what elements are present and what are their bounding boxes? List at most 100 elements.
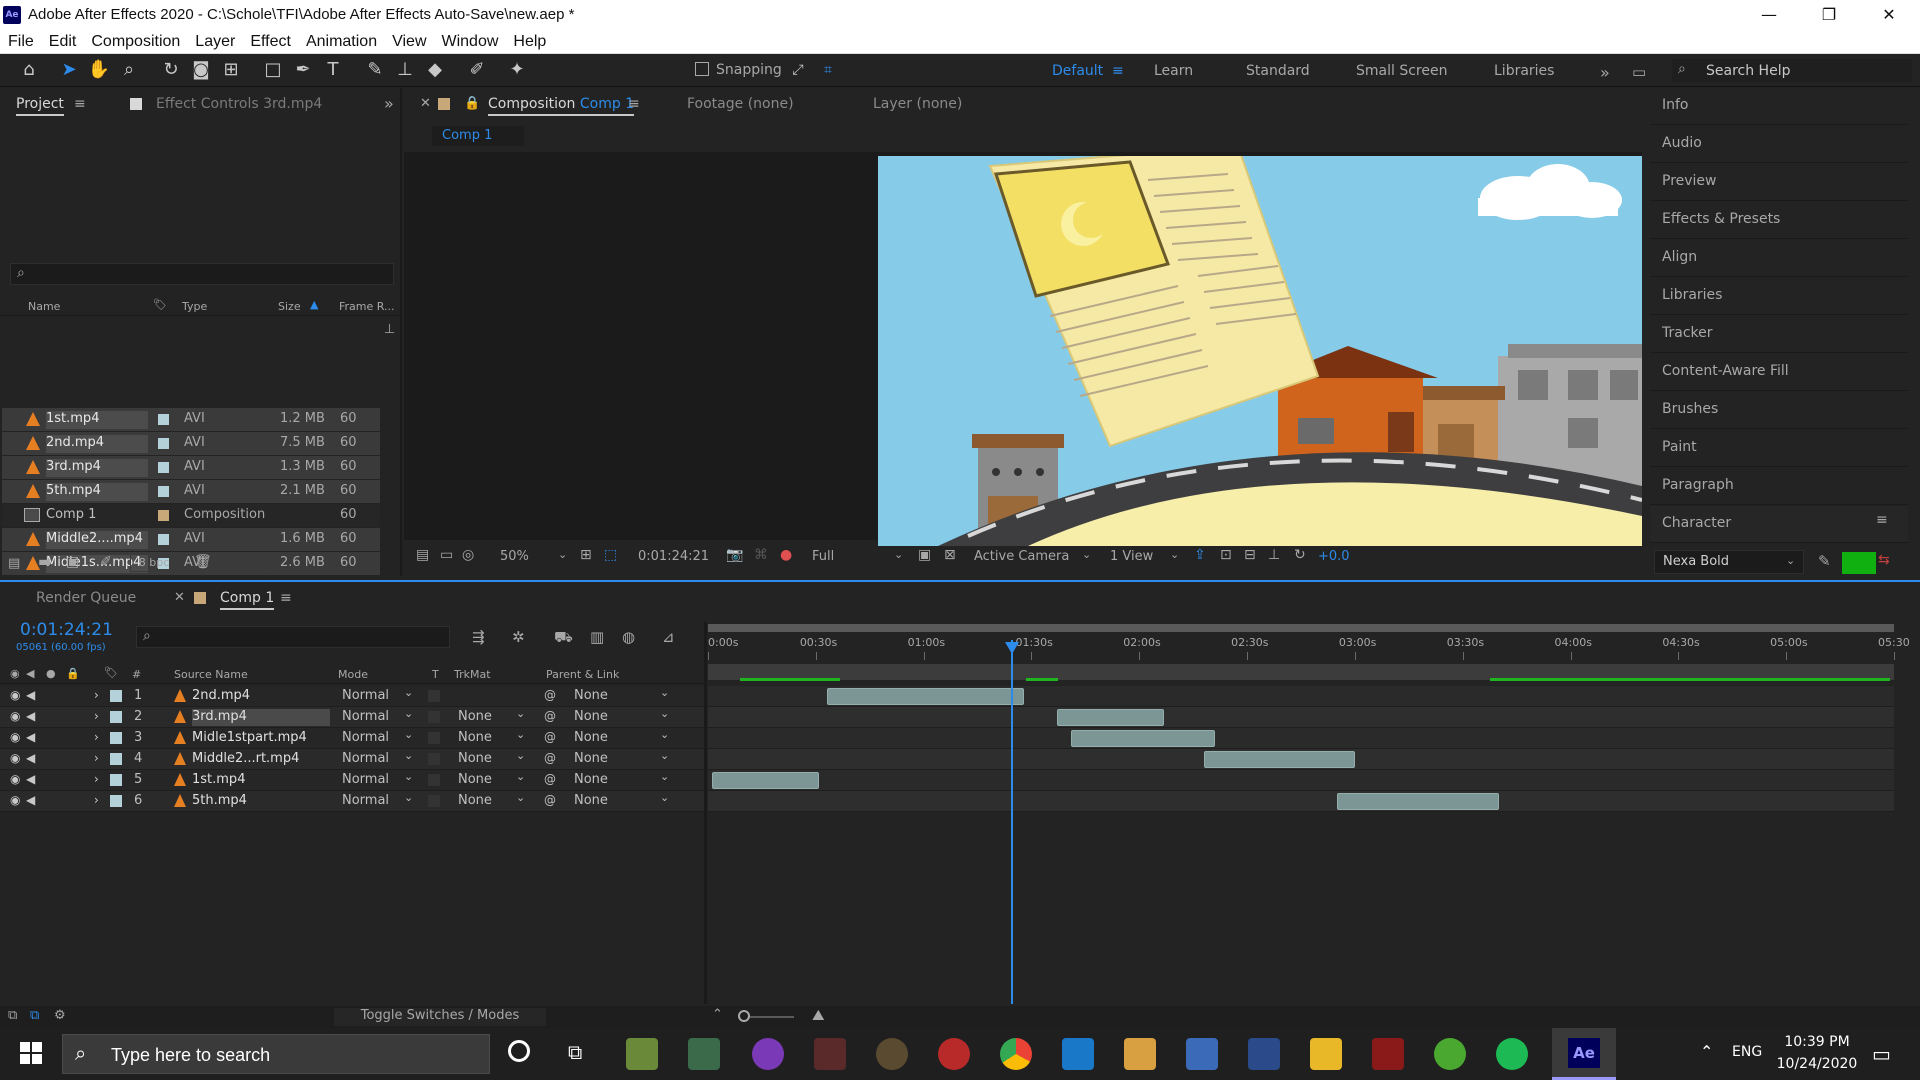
col-size[interactable]: Size — [278, 300, 301, 313]
video-switch-icon[interactable]: ◉ — [10, 667, 20, 680]
comp-breadcrumb[interactable]: Comp 1 — [432, 126, 524, 146]
show-snapshot-icon[interactable]: ⌘ — [754, 547, 768, 563]
layer-source-name[interactable]: 1st.mp4 — [192, 772, 330, 789]
audio-switch-icon[interactable]: ◀ — [26, 667, 34, 680]
col-mode[interactable]: Mode — [338, 668, 368, 681]
col-trkmat[interactable]: TrkMat — [454, 668, 491, 681]
expand-chevron-icon[interactable]: › — [94, 793, 99, 807]
parent-pickwhip-icon[interactable]: @ — [544, 730, 556, 744]
timeline-view-icon[interactable]: ⊥ — [1268, 547, 1280, 563]
parent-pickwhip-icon[interactable]: @ — [544, 793, 556, 807]
tab-render-queue[interactable]: Render Queue — [36, 590, 136, 606]
layer-duration-bar[interactable] — [1203, 751, 1355, 768]
input-language[interactable]: ENG — [1732, 1044, 1762, 1060]
close-tab-icon[interactable]: ✕ — [174, 590, 185, 605]
spotify-icon[interactable] — [1496, 1038, 1528, 1070]
menu-edit[interactable]: Edit — [49, 33, 77, 51]
parent-pickwhip-icon[interactable]: @ — [544, 772, 556, 786]
timeline-layer-row[interactable]: ◉ ◀ › 6 5th.mp4 Normal ⌄ None ⌄ @ None ⌄ — [0, 791, 704, 812]
counter-strike-icon[interactable] — [1124, 1038, 1156, 1070]
project-item-row[interactable]: Midle1s....mp4 AVI 2.6 MB 60 — [2, 552, 380, 575]
bit-depth-button[interactable]: 8 bpc — [130, 554, 178, 572]
rotate-tool-icon[interactable]: ↻ — [158, 58, 184, 82]
hand-tool-icon[interactable]: ✋ — [86, 58, 112, 82]
tab-layer[interactable]: Layer (none) — [873, 96, 962, 112]
roto-brush-tool-icon[interactable]: ✐ — [464, 58, 490, 82]
solo-switch-icon[interactable]: ● — [46, 667, 56, 680]
panel-brushes[interactable]: Brushes — [1650, 392, 1908, 429]
col-name[interactable]: Name — [28, 300, 60, 313]
eye-icon[interactable]: ◉ — [10, 772, 20, 786]
label-color-swatch[interactable] — [158, 414, 169, 425]
monitor-icon[interactable]: ▭ — [440, 547, 453, 563]
camera-dropdown[interactable]: Active Camera — [974, 549, 1069, 564]
flowchart-icon[interactable]: ⊥ — [384, 322, 395, 337]
fit-icon[interactable]: ⊞ — [580, 547, 592, 563]
col-parent[interactable]: Parent & Link — [546, 668, 619, 681]
layer-label-swatch[interactable] — [110, 774, 122, 786]
label-color-swatch[interactable] — [158, 534, 169, 545]
panel-preview[interactable]: Preview — [1650, 164, 1908, 201]
layer-mode-dropdown[interactable]: Normal — [342, 730, 389, 745]
panel-effects-presets[interactable]: Effects & Presets — [1650, 202, 1908, 239]
tab-menu-icon[interactable]: ≡ — [628, 96, 640, 112]
eye-icon[interactable]: ◉ — [10, 793, 20, 807]
close-tab-icon[interactable]: ✕ — [420, 96, 431, 111]
type-tool-icon[interactable]: T — [320, 58, 346, 82]
search-help-box[interactable]: ⌕ Search Help — [1672, 59, 1912, 82]
menu-animation[interactable]: Animation — [306, 33, 377, 51]
viewer-timecode[interactable]: 0:01:24:21 — [638, 549, 709, 564]
layer-switches-icon[interactable]: ⧉ — [8, 1008, 17, 1023]
clock-time[interactable]: 10:39 PM — [1782, 1034, 1852, 1050]
motion-blur-icon[interactable]: ◍ — [622, 628, 635, 646]
toggle-pixel-aspect-icon[interactable]: ⇪ — [1194, 547, 1206, 563]
workspace-menu-icon[interactable]: ≡ — [1112, 63, 1124, 79]
flowchart-view-icon[interactable]: ⊟ — [1244, 547, 1256, 563]
project-item-row[interactable]: 2nd.mp4 AVI 7.5 MB 60 — [2, 432, 380, 455]
utorrent-icon[interactable] — [1434, 1038, 1466, 1070]
expand-chevron-icon[interactable]: › — [94, 751, 99, 765]
restore-button[interactable]: ❐ — [1800, 0, 1858, 30]
preserve-transparency-checkbox[interactable] — [428, 774, 440, 786]
col-frame-rate[interactable]: Frame R... — [339, 300, 395, 313]
playhead[interactable] — [1011, 640, 1014, 1004]
panel-libraries[interactable]: Libraries — [1650, 278, 1908, 315]
menu-file[interactable]: File — [8, 33, 34, 51]
minimize-button[interactable]: — — [1740, 0, 1798, 30]
close-button[interactable]: ✕ — [1860, 0, 1918, 30]
menu-effect[interactable]: Effect — [250, 33, 291, 51]
layer-duration-bar[interactable] — [1336, 793, 1499, 810]
layer-duration-bar[interactable] — [826, 688, 1025, 705]
col-t[interactable]: T — [432, 668, 439, 681]
col-type[interactable]: Type — [182, 300, 207, 313]
label-color-swatch[interactable] — [158, 438, 169, 449]
panel-content-aware-fill[interactable]: Content-Aware Fill — [1650, 354, 1908, 391]
workspaces-overflow[interactable]: » — [1600, 63, 1610, 82]
view-layout-dropdown[interactable]: 1 View — [1110, 549, 1153, 564]
in-out-icon[interactable]: ⚙ — [54, 1008, 66, 1023]
speaker-icon[interactable]: ◀ — [26, 709, 35, 723]
parent-pickwhip-icon[interactable]: @ — [544, 709, 556, 723]
layer-parent-dropdown[interactable]: None — [574, 793, 608, 808]
mushroom-app-icon[interactable] — [938, 1038, 970, 1070]
chrome-icon[interactable] — [1000, 1038, 1032, 1070]
notifications-icon[interactable]: ▭ — [1872, 1042, 1891, 1066]
red-app-icon[interactable] — [1372, 1038, 1404, 1070]
zoom-out-icon[interactable]: ⌃ — [712, 1007, 723, 1022]
discord-app-icon[interactable] — [752, 1038, 784, 1070]
layer-label-swatch[interactable] — [110, 795, 122, 807]
panel-audio[interactable]: Audio — [1650, 126, 1908, 163]
menu-layer[interactable]: Layer — [195, 33, 235, 51]
project-item-row[interactable]: 3rd.mp4 AVI 1.3 MB 60 — [2, 456, 380, 479]
preserve-transparency-checkbox[interactable] — [428, 711, 440, 723]
eye-icon[interactable]: ◉ — [10, 751, 20, 765]
snap-options-icon[interactable]: ⌗ — [815, 58, 841, 82]
photo-app-icon[interactable] — [688, 1038, 720, 1070]
eyedropper-icon[interactable]: ✎ — [1818, 552, 1831, 570]
file-explorer-icon[interactable] — [1310, 1038, 1342, 1070]
tab-footage[interactable]: Footage (none) — [687, 96, 794, 112]
menu-window[interactable]: Window — [442, 33, 499, 51]
cortana-icon[interactable] — [508, 1040, 530, 1062]
camera-tool-icon[interactable]: ◙ — [188, 58, 214, 82]
timeline-layer-row[interactable]: ◉ ◀ › 2 3rd.mp4 Normal ⌄ None ⌄ @ None ⌄ — [0, 707, 704, 728]
